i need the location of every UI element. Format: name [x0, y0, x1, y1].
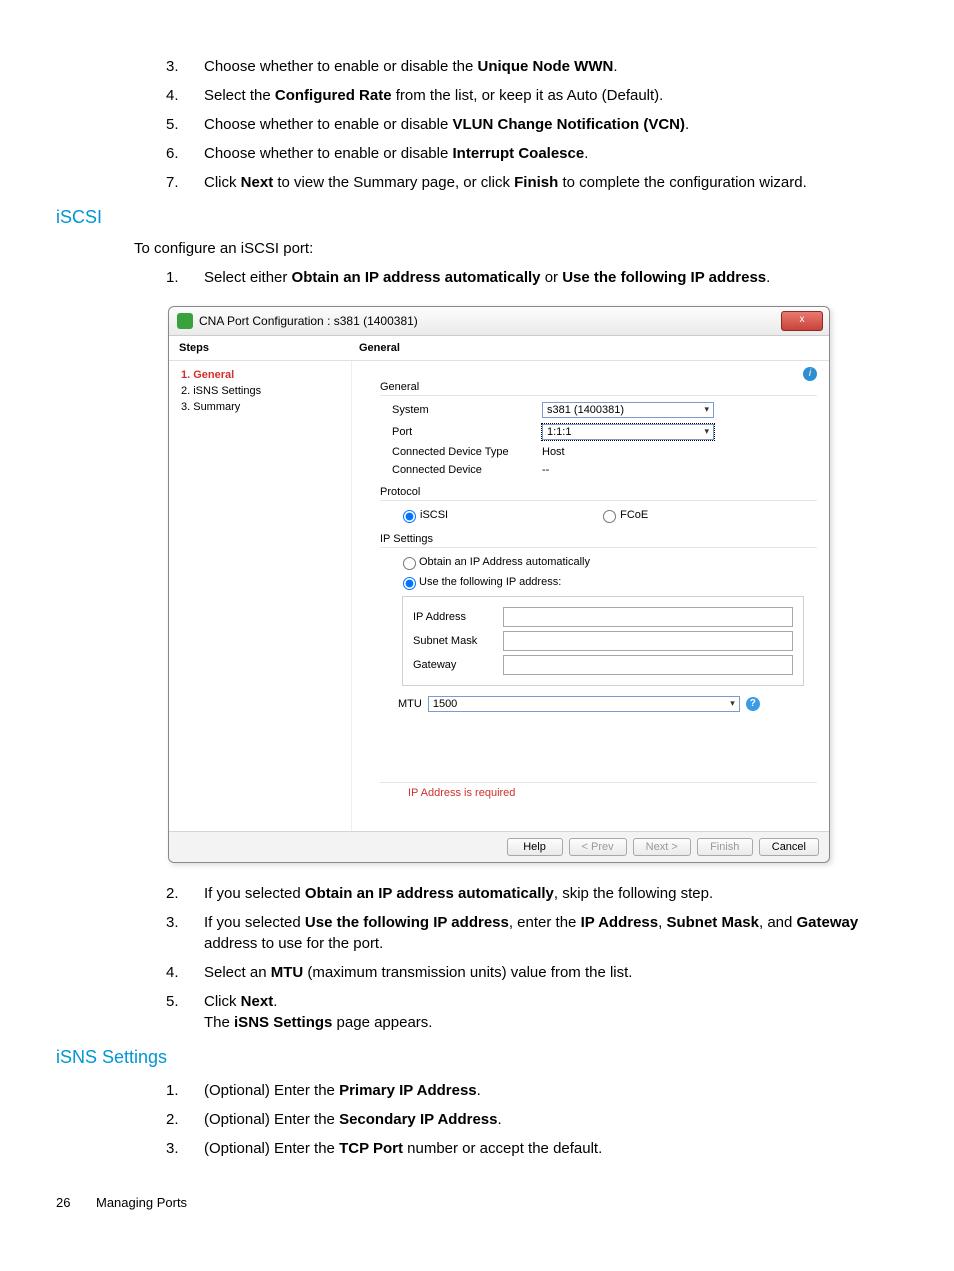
step-text: Click Next. The iSNS Settings page appea…	[204, 991, 898, 1033]
step-text: Select an MTU (maximum transmission unit…	[204, 962, 898, 983]
list-item: 4. Select an MTU (maximum transmission u…	[166, 962, 898, 983]
list-item: 1. (Optional) Enter the Primary IP Addre…	[166, 1080, 898, 1101]
info-icon[interactable]: i	[803, 367, 817, 381]
step-number: 6.	[166, 143, 204, 164]
page-number: 26	[56, 1195, 96, 1210]
subnet-mask-label: Subnet Mask	[413, 635, 503, 647]
gateway-input[interactable]	[503, 655, 793, 675]
connected-device-type-value: Host	[542, 446, 817, 458]
step-text: (Optional) Enter the Primary IP Address.	[204, 1080, 898, 1101]
port-label: Port	[392, 426, 542, 438]
isns-steps-list: 1. (Optional) Enter the Primary IP Addre…	[166, 1080, 898, 1159]
isns-heading: iSNS Settings	[56, 1047, 898, 1068]
next-button[interactable]: Next >	[633, 838, 691, 856]
step-number: 3.	[166, 56, 204, 77]
gateway-label: Gateway	[413, 659, 503, 671]
step-text: Click Next to view the Summary page, or …	[204, 172, 898, 193]
system-dropdown[interactable]: s381 (1400381)	[542, 402, 714, 418]
iscsi-heading: iSCSI	[56, 207, 898, 228]
list-item: 3. Choose whether to enable or disable t…	[166, 56, 898, 77]
dialog-titlebar: CNA Port Configuration : s381 (1400381) …	[169, 307, 829, 336]
list-item: 3. If you selected Use the following IP …	[166, 912, 898, 954]
cancel-button[interactable]: Cancel	[759, 838, 819, 856]
dialog-content: i General System s381 (1400381) Port 1:1…	[352, 361, 829, 831]
step-text: Choose whether to enable or disable VLUN…	[204, 114, 898, 135]
protocol-fcoe-radio[interactable]: FCoE	[598, 507, 648, 523]
protocol-iscsi-radio[interactable]: iSCSI	[398, 507, 448, 523]
list-item: 4. Select the Configured Rate from the l…	[166, 85, 898, 106]
after-steps-list: 2. If you selected Obtain an IP address …	[166, 883, 898, 1033]
list-item: 5. Click Next. The iSNS Settings page ap…	[166, 991, 898, 1033]
step-text: If you selected Use the following IP add…	[204, 912, 898, 954]
step-text: Select the Configured Rate from the list…	[204, 85, 898, 106]
step-text: Choose whether to enable or disable the …	[204, 56, 898, 77]
cna-port-config-dialog: CNA Port Configuration : s381 (1400381) …	[168, 306, 830, 863]
step-text: (Optional) Enter the TCP Port number or …	[204, 1138, 898, 1159]
step-text: (Optional) Enter the Secondary IP Addres…	[204, 1109, 898, 1130]
list-item: 2. If you selected Obtain an IP address …	[166, 883, 898, 904]
top-steps-list: 3. Choose whether to enable or disable t…	[166, 56, 898, 193]
step-text: Choose whether to enable or disable Inte…	[204, 143, 898, 164]
dialog-column-headers: Steps General	[169, 336, 829, 361]
port-dropdown[interactable]: 1:1:1	[542, 424, 714, 440]
ip-address-input[interactable]	[503, 607, 793, 627]
subnet-mask-input[interactable]	[503, 631, 793, 651]
footer-section: Managing Ports	[96, 1195, 187, 1210]
wizard-step-isns[interactable]: 2. iSNS Settings	[181, 385, 341, 397]
list-item: 5. Choose whether to enable or disable V…	[166, 114, 898, 135]
step-number: 2.	[166, 1109, 204, 1130]
step-number: 3.	[166, 1138, 204, 1159]
close-button[interactable]: x	[781, 311, 823, 331]
general-header: General	[349, 336, 829, 360]
iscsi-step1-list: 1. Select either Obtain an IP address au…	[166, 267, 898, 288]
radio-ip-auto[interactable]	[403, 557, 416, 570]
radio-ip-manual[interactable]	[403, 577, 416, 590]
step-text: If you selected Obtain an IP address aut…	[204, 883, 898, 904]
prev-button[interactable]: < Prev	[569, 838, 627, 856]
ip-address-label: IP Address	[413, 611, 503, 623]
app-icon	[177, 313, 193, 329]
radio-fcoe[interactable]	[603, 510, 616, 523]
connected-device-value: --	[542, 464, 817, 476]
group-protocol-title: Protocol	[380, 486, 817, 501]
step-number: 1.	[166, 1080, 204, 1101]
step-number: 5.	[166, 114, 204, 135]
group-general-title: General	[380, 381, 817, 396]
step-number: 1.	[166, 267, 204, 288]
step-number: 5.	[166, 991, 204, 1033]
dialog-button-bar: Help < Prev Next > Finish Cancel	[169, 831, 829, 862]
step-text: Select either Obtain an IP address autom…	[204, 267, 898, 288]
step-number: 7.	[166, 172, 204, 193]
list-item: 6. Choose whether to enable or disable I…	[166, 143, 898, 164]
help-icon[interactable]: ?	[746, 697, 760, 711]
list-item: 2. (Optional) Enter the Secondary IP Add…	[166, 1109, 898, 1130]
mtu-dropdown[interactable]: 1500	[428, 696, 740, 712]
radio-iscsi[interactable]	[403, 510, 416, 523]
wizard-step-general[interactable]: 1. General	[181, 369, 341, 381]
system-label: System	[392, 404, 542, 416]
ip-manual-radio[interactable]: Use the following IP address:	[398, 574, 817, 590]
ip-fields-group: IP Address Subnet Mask Gateway	[402, 596, 804, 686]
finish-button[interactable]: Finish	[697, 838, 753, 856]
group-ip-settings-title: IP Settings	[380, 533, 817, 548]
list-item: 3. (Optional) Enter the TCP Port number …	[166, 1138, 898, 1159]
ip-auto-radio[interactable]: Obtain an IP Address automatically	[398, 554, 817, 570]
iscsi-intro: To configure an iSCSI port:	[134, 240, 898, 257]
page-footer: 26 Managing Ports	[56, 1195, 898, 1210]
connected-device-label: Connected Device	[392, 464, 542, 476]
list-item: 1. Select either Obtain an IP address au…	[166, 267, 898, 288]
steps-header: Steps	[169, 336, 349, 360]
list-item: 7. Click Next to view the Summary page, …	[166, 172, 898, 193]
error-message: IP Address is required	[380, 782, 817, 805]
wizard-step-summary[interactable]: 3. Summary	[181, 401, 341, 413]
step-number: 3.	[166, 912, 204, 954]
connected-device-type-label: Connected Device Type	[392, 446, 542, 458]
step-number: 4.	[166, 85, 204, 106]
help-button[interactable]: Help	[507, 838, 563, 856]
step-number: 4.	[166, 962, 204, 983]
dialog-title: CNA Port Configuration : s381 (1400381)	[199, 314, 781, 328]
mtu-label: MTU	[398, 698, 422, 710]
step-number: 2.	[166, 883, 204, 904]
wizard-steps: 1. General 2. iSNS Settings 3. Summary	[169, 361, 352, 831]
